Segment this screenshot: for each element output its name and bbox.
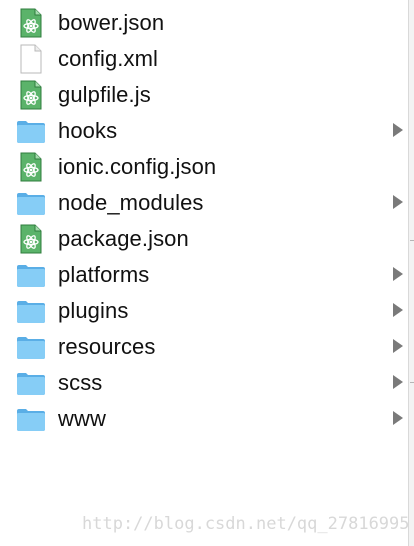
list-item[interactable]: gulpfile.js <box>0 76 408 112</box>
divider-tick <box>410 240 414 241</box>
disclosure-arrow-icon[interactable] <box>393 303 403 317</box>
file-name: gulpfile.js <box>58 82 151 107</box>
file-name: bower.json <box>58 10 165 35</box>
folder-name: plugins <box>58 298 129 323</box>
list-item[interactable]: www <box>0 400 408 436</box>
list-item[interactable]: node_modules <box>0 184 408 220</box>
file-list: bower.json config.xml gulpfile.js hooks … <box>0 4 408 436</box>
disclosure-arrow-icon[interactable] <box>393 411 403 425</box>
disclosure-arrow-icon[interactable] <box>393 375 403 389</box>
file-name: package.json <box>58 226 189 251</box>
list-item[interactable]: ionic.config.json <box>0 148 408 184</box>
list-item[interactable]: resources <box>0 328 408 364</box>
folder-icon <box>17 337 45 359</box>
atom-json-file-icon <box>20 224 42 254</box>
folder-icon <box>17 265 45 287</box>
finder-column: bower.json config.xml gulpfile.js hooks … <box>0 0 410 546</box>
atom-json-file-icon <box>20 152 42 182</box>
list-item[interactable]: scss <box>0 364 408 400</box>
divider-tick <box>410 382 414 383</box>
folder-name: resources <box>58 334 156 359</box>
disclosure-arrow-icon[interactable] <box>393 267 403 281</box>
list-item[interactable]: plugins <box>0 292 408 328</box>
folder-name: hooks <box>58 118 118 143</box>
folder-name: node_modules <box>58 190 204 215</box>
list-item[interactable]: platforms <box>0 256 408 292</box>
folder-icon <box>17 301 45 323</box>
blank-file-icon <box>20 44 42 74</box>
folder-name: scss <box>58 370 103 395</box>
atom-js-file-icon <box>20 80 42 110</box>
folder-icon <box>17 409 45 431</box>
list-item[interactable]: bower.json <box>0 4 408 40</box>
folder-name: platforms <box>58 262 150 287</box>
column-divider[interactable] <box>409 0 414 546</box>
watermark: http://blog.csdn.net/qq_27816995 <box>82 514 410 534</box>
atom-json-file-icon <box>20 8 42 38</box>
folder-name: www <box>58 406 106 431</box>
list-item[interactable]: package.json <box>0 220 408 256</box>
disclosure-arrow-icon[interactable] <box>393 339 403 353</box>
file-name: ionic.config.json <box>58 154 217 179</box>
disclosure-arrow-icon[interactable] <box>393 195 403 209</box>
file-name: config.xml <box>58 46 159 71</box>
disclosure-arrow-icon[interactable] <box>393 123 403 137</box>
list-item[interactable]: hooks <box>0 112 408 148</box>
folder-icon <box>17 121 45 143</box>
folder-icon <box>17 193 45 215</box>
list-item[interactable]: config.xml <box>0 40 408 76</box>
folder-icon <box>17 373 45 395</box>
